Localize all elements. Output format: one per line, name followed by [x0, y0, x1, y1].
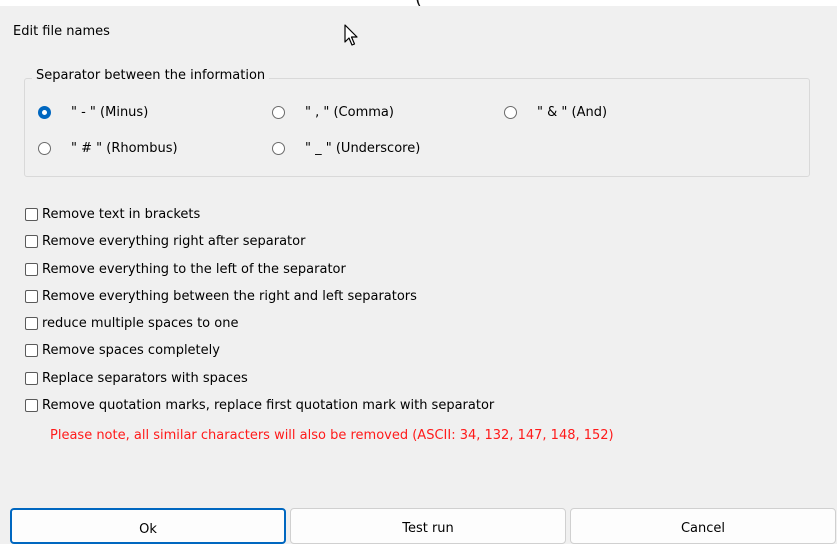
top-clip-text: (	[0, 0, 837, 6]
checkbox-remove-quotation-marks[interactable]: Remove quotation marks, replace first qu…	[25, 398, 494, 413]
ok-button[interactable]: Ok	[10, 508, 286, 544]
separator-group-legend: Separator between the information	[32, 68, 270, 83]
radio-circle	[38, 142, 51, 155]
radio-minus[interactable]: " - " (Minus)	[38, 105, 148, 120]
radio-label-comma: " , " (Comma)	[305, 105, 394, 120]
cancel-button[interactable]: Cancel	[570, 508, 836, 544]
checkbox-remove-between-separators[interactable]: Remove everything between the right and …	[25, 289, 417, 304]
mouse-pointer-icon	[344, 24, 358, 46]
radio-circle	[272, 142, 285, 155]
checkbox-reduce-multiple-spaces[interactable]: reduce multiple spaces to one	[25, 316, 238, 331]
checkbox-remove-left-of-separator[interactable]: Remove everything to the left of the sep…	[25, 262, 346, 277]
checkbox-box	[25, 317, 38, 330]
checkbox-remove-text-in-brackets[interactable]: Remove text in brackets	[25, 207, 200, 222]
radio-label-underscore: " _ " (Underscore)	[305, 141, 421, 156]
radio-circle	[272, 106, 285, 119]
cancel-button-label: Cancel	[680, 521, 726, 536]
checkbox-label: Remove everything right after separator	[42, 234, 306, 249]
dialog-title: Edit file names	[13, 24, 110, 39]
checkbox-label: Remove everything between the right and …	[42, 289, 417, 304]
separator-groupbox	[24, 78, 810, 177]
checkbox-box	[25, 263, 38, 276]
checkbox-label: reduce multiple spaces to one	[42, 316, 239, 331]
checkbox-label: Remove quotation marks, replace first qu…	[42, 398, 495, 413]
radio-and[interactable]: " & " (And)	[504, 105, 607, 120]
checkbox-box	[25, 399, 38, 412]
radio-underscore[interactable]: " _ " (Underscore)	[272, 141, 420, 156]
checkbox-remove-spaces-completely[interactable]: Remove spaces completely	[25, 343, 220, 358]
checkbox-label: Remove text in brackets	[42, 207, 201, 222]
radio-rhombus[interactable]: " # " (Rhombus)	[38, 141, 178, 156]
ok-button-label: Ok	[139, 522, 157, 537]
checkbox-box	[25, 290, 38, 303]
checkbox-label: Remove spaces completely	[42, 343, 220, 358]
ascii-warning-note: Please note, all similar characters will…	[50, 428, 614, 443]
checkbox-label: Replace separators with spaces	[42, 371, 248, 386]
test-run-button[interactable]: Test run	[290, 508, 566, 544]
checkbox-box	[25, 208, 38, 221]
checkbox-box	[25, 344, 38, 357]
checkbox-box	[25, 372, 38, 385]
radio-label-minus: " - " (Minus)	[71, 105, 149, 120]
radio-circle	[504, 106, 517, 119]
radio-label-rhombus: " # " (Rhombus)	[71, 141, 178, 156]
checkbox-label: Remove everything to the left of the sep…	[42, 262, 346, 277]
test-run-button-label: Test run	[402, 521, 454, 536]
top-strip: (	[0, 0, 837, 6]
radio-label-and: " & " (And)	[537, 105, 608, 120]
checkbox-remove-right-after-separator[interactable]: Remove everything right after separator	[25, 234, 305, 249]
checkbox-replace-separators-with-spaces[interactable]: Replace separators with spaces	[25, 371, 248, 386]
radio-comma[interactable]: " , " (Comma)	[272, 105, 394, 120]
radio-circle	[38, 106, 51, 119]
checkbox-box	[25, 235, 38, 248]
